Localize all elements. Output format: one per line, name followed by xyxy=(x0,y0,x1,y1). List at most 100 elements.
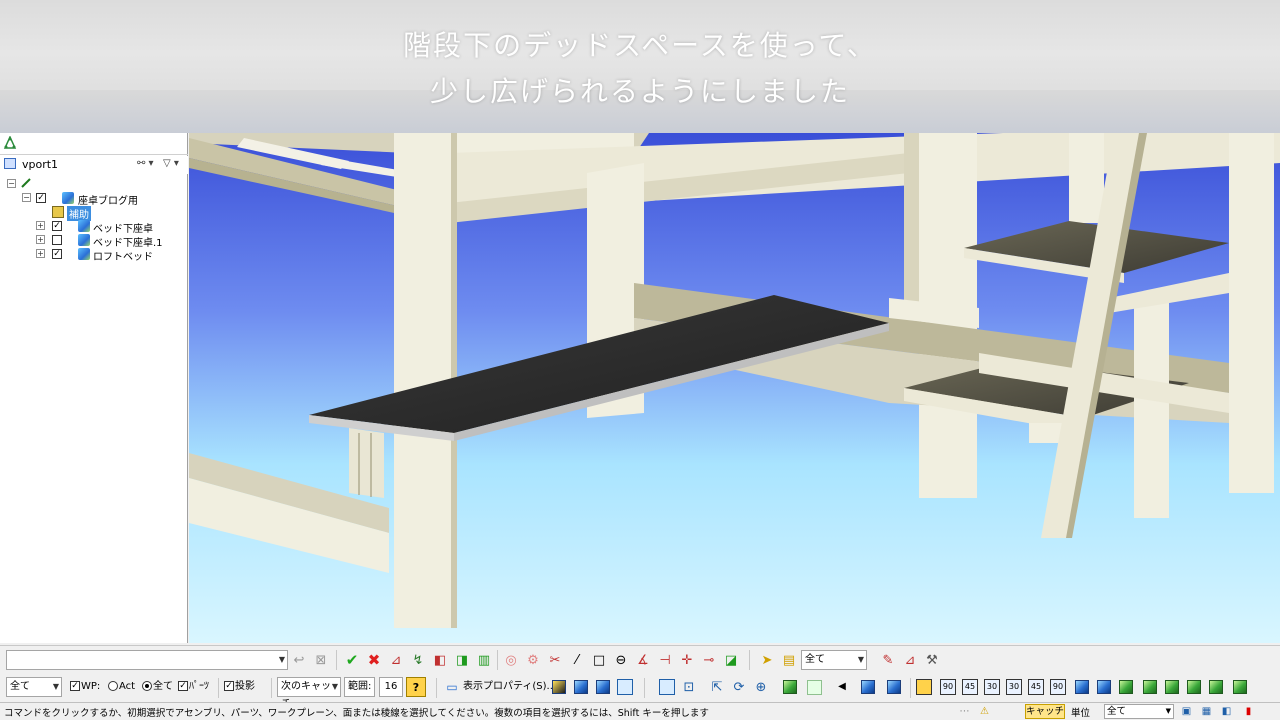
chevron-down-icon[interactable]: ▼ xyxy=(1166,705,1171,718)
collapse-icon[interactable]: − xyxy=(22,193,31,202)
chevron-down-icon[interactable]: ▼ xyxy=(53,678,59,696)
view-top-icon[interactable] xyxy=(1072,677,1092,697)
view-right-icon[interactable] xyxy=(1140,677,1160,697)
arrow-icon[interactable]: ↯ xyxy=(408,650,428,670)
view-selected-icon[interactable] xyxy=(914,677,934,697)
3d-scene[interactable] xyxy=(189,133,1280,643)
distance-icon[interactable]: ⊸ xyxy=(699,650,719,670)
cross-dim-icon[interactable]: ✛ xyxy=(677,650,697,670)
zoom-window-icon[interactable]: ⊡ xyxy=(679,677,699,697)
cube-view-icon[interactable] xyxy=(571,677,591,697)
cancel-icon[interactable]: ⊠ xyxy=(311,650,331,670)
expand-icon[interactable]: + xyxy=(36,221,45,230)
measure-icon[interactable]: ◪ xyxy=(721,650,741,670)
3d-viewport[interactable] xyxy=(189,133,1280,643)
visibility-checkbox[interactable] xyxy=(52,235,62,245)
warning-icon[interactable]: ⚠ xyxy=(978,705,991,718)
visibility-checkbox[interactable]: ✓ xyxy=(36,193,46,203)
angle-button-2[interactable]: 45 xyxy=(960,677,980,697)
window-icon[interactable]: ▭ xyxy=(442,677,462,697)
view-back-icon[interactable] xyxy=(1162,677,1182,697)
rotate-icon[interactable]: ⟳ xyxy=(729,677,749,697)
prev-view-icon[interactable]: ◀ xyxy=(832,677,852,697)
help-icon[interactable]: ? xyxy=(406,677,426,697)
angle-button-1[interactable]: 90 xyxy=(938,677,958,697)
body-select-icon[interactable]: ▥ xyxy=(474,650,494,670)
all-option[interactable]: 全て xyxy=(142,677,173,697)
grid-icon[interactable]: ⋯ xyxy=(958,705,971,718)
pick-icon[interactable]: ✎ xyxy=(878,650,898,670)
tile-icon[interactable]: ▦ xyxy=(1200,705,1213,718)
tree-item-aux[interactable]: 補助 xyxy=(20,205,185,221)
projection-option[interactable]: ✓ 投影 xyxy=(224,677,255,697)
tree-item-assembly[interactable]: − ✓ 座卓ブログ用 xyxy=(20,191,185,207)
ok-check-icon[interactable]: ✔ xyxy=(342,650,362,670)
arc-tool-icon[interactable]: ∡ xyxy=(633,650,653,670)
tree-item-desk-2[interactable]: + ベッド下座卓.1 xyxy=(20,233,185,249)
tools-icon[interactable]: ⚒ xyxy=(922,650,942,670)
circle-select-icon[interactable]: ◎ xyxy=(501,650,521,670)
visibility-checkbox[interactable]: ✓ xyxy=(52,249,62,259)
cancel-x-icon[interactable]: ✖ xyxy=(364,650,384,670)
chevron-down-icon[interactable]: ▼ xyxy=(332,678,338,696)
angle-button-3[interactable]: 30 xyxy=(982,677,1002,697)
spiral-icon[interactable]: ✂ xyxy=(545,650,565,670)
dimension-icon[interactable]: ⊣ xyxy=(655,650,675,670)
next-catch-combo[interactable]: 次のキャッチ ▼ xyxy=(277,677,341,710)
binoculars-icon[interactable]: ⚯ ▾ xyxy=(137,158,154,169)
catch-toggle[interactable]: キャッチ xyxy=(1025,704,1065,719)
view-iso-green-icon[interactable] xyxy=(1206,677,1226,697)
viewport-tree-header[interactable]: vport1 ⚯ ▾ ▽ ▾ xyxy=(0,156,188,174)
select-scope-combo[interactable]: 全て ▼ xyxy=(6,677,62,697)
range-input[interactable]: 16 xyxy=(379,677,403,697)
angle-button-5[interactable]: 45 xyxy=(1026,677,1046,697)
zoom-icon[interactable]: ⊕ xyxy=(751,677,771,697)
view-bottom-icon[interactable] xyxy=(1094,677,1114,697)
visibility-checkbox[interactable]: ✓ xyxy=(52,221,62,231)
cube-view-2-icon[interactable] xyxy=(593,677,613,697)
window-mode-icon[interactable]: ▣ xyxy=(1180,705,1193,718)
multi-select-icon[interactable]: ⚙ xyxy=(523,650,543,670)
tree-root-row[interactable]: − xyxy=(4,177,184,191)
close-session-icon[interactable]: ▮ xyxy=(1242,705,1255,718)
render-icon[interactable] xyxy=(549,677,569,697)
face-select-icon[interactable]: ◧ xyxy=(430,650,450,670)
fit-icon[interactable] xyxy=(615,677,635,697)
wp-option[interactable]: ✓ WP: xyxy=(70,677,100,697)
selection-filter-icon[interactable]: ▤ xyxy=(779,650,799,670)
tree-item-loft-bed[interactable]: + ✓ ロフトベッド xyxy=(20,247,185,263)
line-tool-icon[interactable]: ⁄ xyxy=(567,650,587,670)
assembly-tree-icon[interactable] xyxy=(3,135,19,152)
unit-combo[interactable]: 全て ▼ xyxy=(1104,704,1174,719)
expand-icon[interactable]: + xyxy=(36,249,45,258)
rectangle-tool-icon[interactable]: □ xyxy=(589,650,609,670)
view-iso-green-2-icon[interactable] xyxy=(1230,677,1250,697)
expand-icon[interactable]: + xyxy=(36,235,45,244)
pan-icon[interactable]: ⇱ xyxy=(707,677,727,697)
select-edit-icon[interactable]: ⊿ xyxy=(386,650,406,670)
undo-icon[interactable]: ↩ xyxy=(289,650,309,670)
view-left-icon[interactable] xyxy=(1116,677,1136,697)
filter-combo[interactable]: 全て ▼ xyxy=(801,650,867,670)
zoom-fit-icon[interactable] xyxy=(657,677,677,697)
view-front-green-icon[interactable] xyxy=(1184,677,1204,697)
angle-button-4[interactable]: 30 xyxy=(1004,677,1024,697)
view-iso-icon[interactable] xyxy=(884,677,904,697)
part-option[interactable]: ✓ ﾊﾟｰﾂ xyxy=(178,677,209,697)
layout-icon[interactable]: ◧ xyxy=(1220,705,1233,718)
view-front-icon[interactable] xyxy=(858,677,878,697)
chevron-down-icon[interactable]: ▼ xyxy=(858,651,864,669)
wireframe-view-icon[interactable] xyxy=(804,677,824,697)
chevron-down-icon[interactable]: ▼ xyxy=(279,651,285,669)
edge-select-icon[interactable]: ◨ xyxy=(452,650,472,670)
display-properties-button[interactable]: 表示プロパティ(S)... xyxy=(463,677,556,697)
act-option[interactable]: Act xyxy=(108,677,135,697)
cursor-icon[interactable]: ➤ xyxy=(757,650,777,670)
command-input[interactable]: ▼ xyxy=(6,650,288,670)
filter-icon[interactable]: ▽ ▾ xyxy=(163,158,179,169)
angle-button-6[interactable]: 90 xyxy=(1048,677,1068,697)
tree-item-desk-1[interactable]: + ✓ ベッド下座卓 xyxy=(20,219,185,235)
collapse-icon[interactable]: − xyxy=(7,179,16,188)
pick-face-icon[interactable]: ⊿ xyxy=(900,650,920,670)
circle-tool-icon[interactable]: ⊖ xyxy=(611,650,631,670)
